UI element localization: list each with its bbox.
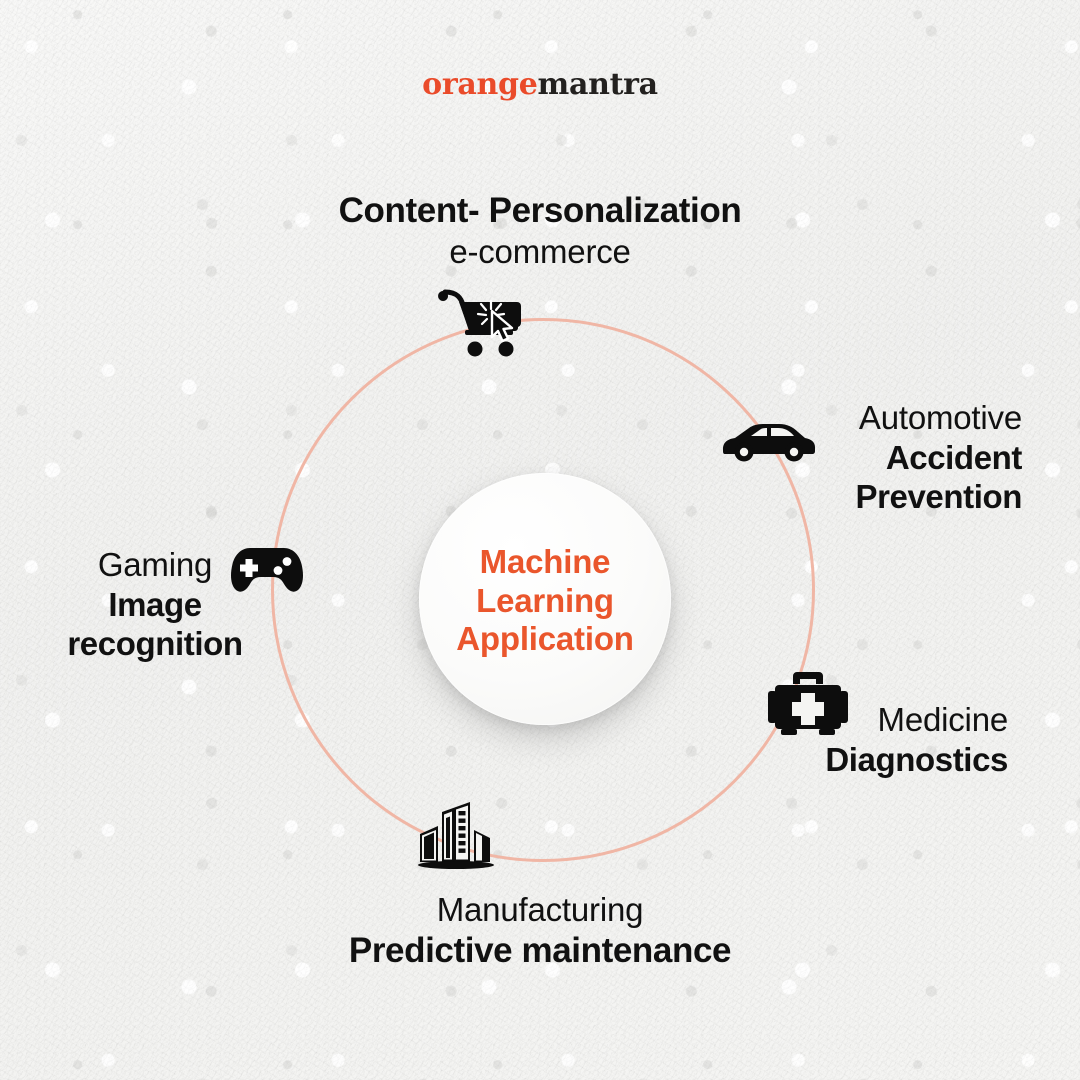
node-automotive-label: Automotive Accident Prevention (855, 398, 1022, 517)
center-hub-label: Machine Learning Application (456, 543, 634, 658)
node-automotive-sector: Automotive (858, 399, 1022, 436)
infographic-canvas: orangemantra Machine Learning Applicatio… (0, 0, 1080, 1080)
shopping-cart-click-icon (437, 285, 525, 357)
node-manufacturing-label: Manufacturing Predictive maintenance (0, 890, 1080, 972)
node-gaming-label: Gaming Image recognition (30, 545, 280, 664)
node-automotive-title-line-1: Accident (885, 438, 1023, 476)
node-gaming-title-line-2: recognition (67, 625, 243, 663)
node-manufacturing-title: Predictive maintenance (348, 930, 732, 970)
node-gaming-sector: Gaming (97, 546, 213, 583)
brand-logo-colored-part: orange (422, 67, 538, 102)
node-gaming-title-line-1: Image (108, 585, 202, 623)
node-automotive-title-line-2: Prevention (855, 478, 1022, 516)
node-ecommerce-subtitle: e-commerce (449, 233, 631, 270)
node-manufacturing-sector: Manufacturing (436, 891, 644, 928)
node-ecommerce-label: Content- Personalization e-commerce (0, 190, 1080, 272)
buildings-icon (412, 796, 500, 870)
brand-logo-dark-part: mantra (537, 67, 659, 102)
brand-logo: orangemantra (0, 70, 1080, 100)
center-hub-circle: Machine Learning Application (419, 473, 671, 725)
node-medicine-title: Diagnostics (825, 740, 1008, 778)
node-medicine-sector: Medicine (877, 701, 1009, 738)
node-medicine-label: Medicine Diagnostics (825, 700, 1008, 779)
car-icon (719, 418, 817, 462)
node-ecommerce-title: Content- Personalization (338, 191, 742, 230)
